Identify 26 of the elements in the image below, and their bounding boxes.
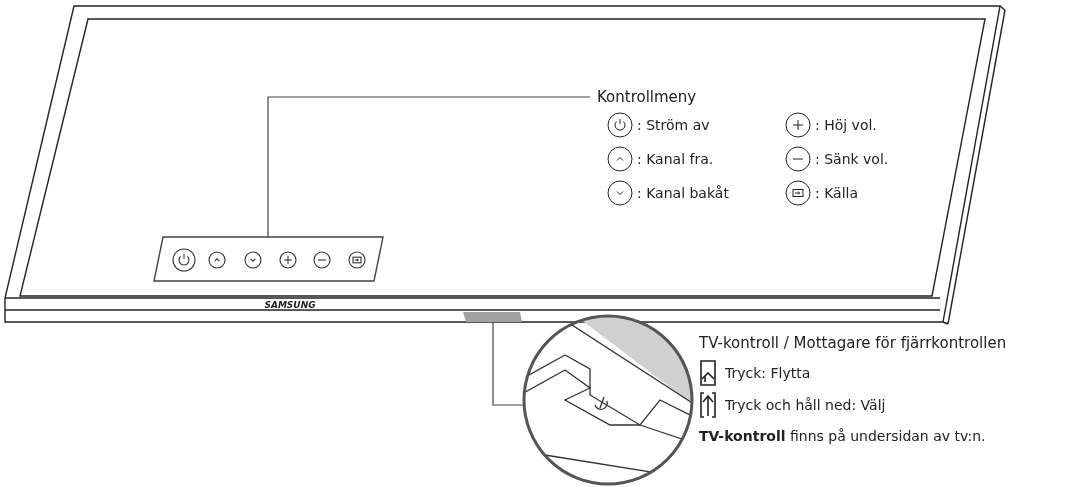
minus-icon <box>785 146 811 172</box>
action-label: Tryck och håll ned: Välj <box>725 397 886 413</box>
section-title: Kontrollmeny <box>597 87 698 108</box>
panel-button-drawing <box>279 251 297 269</box>
note-text: TV-kontroll finns på undersidan av tv:n. <box>699 428 987 444</box>
up-chevron-icon <box>607 146 633 172</box>
legend-label: : Sänk vol. <box>815 151 889 167</box>
action-label: Tryck: Flytta <box>725 365 811 381</box>
hold-up-arrow-icon <box>699 392 717 418</box>
panel-button-drawing <box>208 251 226 269</box>
plus-icon <box>785 112 811 138</box>
panel-button-drawing <box>244 251 262 269</box>
power-icon <box>607 112 633 138</box>
tv-logo: SAMSUNG <box>264 300 316 310</box>
legend-label: : Kanal bakåt <box>637 185 729 201</box>
legend-label: : Ström av <box>637 117 710 133</box>
section-title: TV-kontroll / Mottagare för fjärrkontrollen <box>699 333 1007 354</box>
panel-button-drawing <box>313 251 331 269</box>
down-chevron-icon <box>607 180 633 206</box>
source-input-icon <box>785 180 811 206</box>
panel-button-drawing <box>172 248 196 272</box>
panel-button-drawing <box>348 251 366 269</box>
legend-label: : Källa <box>815 185 859 201</box>
controller-area-drawing <box>463 312 522 322</box>
legend-label: : Höj vol. <box>815 117 877 133</box>
legend-label: : Kanal fra. <box>637 151 714 167</box>
